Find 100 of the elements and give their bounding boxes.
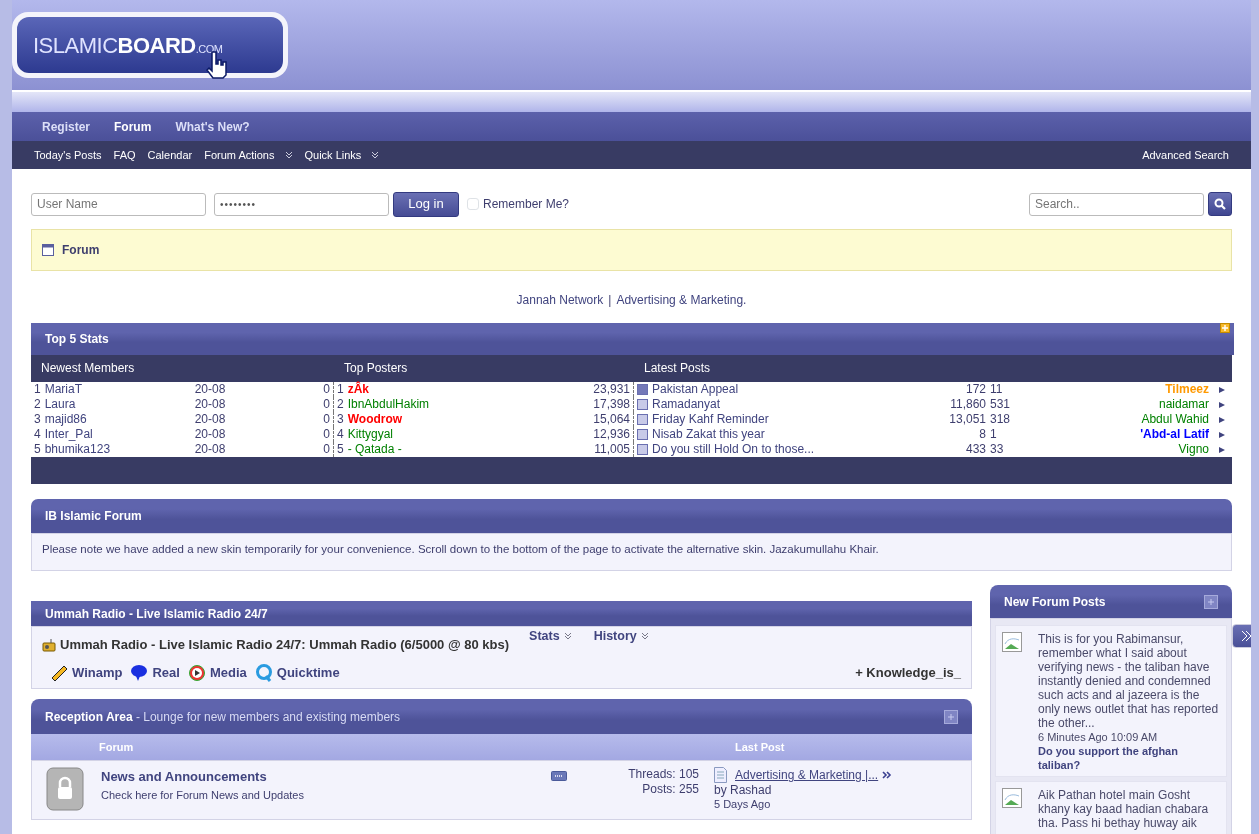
banner-link[interactable]: Jannah Network bbox=[516, 293, 604, 307]
nav-tab[interactable]: What's New? bbox=[163, 117, 262, 136]
reply-count: 318 bbox=[990, 412, 1012, 427]
last-post-link[interactable]: Advertising & Marketing |... bbox=[735, 768, 879, 783]
reply-count: 11 bbox=[990, 382, 1004, 397]
join-date: 20-08 bbox=[194, 412, 226, 427]
poster-link[interactable]: - Qatada - bbox=[347, 442, 402, 457]
thread-link[interactable]: Do you support the afghan taliban? bbox=[1038, 744, 1222, 773]
post-time: 6 Minutes Ago 10:09 AM bbox=[1038, 730, 1159, 745]
post-count: Posts: 255 bbox=[641, 782, 699, 798]
username-field[interactable]: User Name bbox=[31, 192, 206, 216]
radio-icon bbox=[42, 638, 56, 652]
thread-link[interactable]: Nisab Zakat this year bbox=[652, 427, 912, 442]
radio-status: Ummah Radio - Live Islamic Radio 24/7: Ummah Radio (6/5000 @ 80 kbs) bbox=[60, 636, 510, 655]
nav-link[interactable]: Forum Actions bbox=[204, 146, 293, 164]
member-link[interactable]: majid86 bbox=[44, 412, 191, 427]
member-link[interactable]: bhumika123 bbox=[44, 442, 191, 457]
column-header: Top Posters bbox=[343, 361, 409, 376]
last-post-author: by Rashad bbox=[714, 783, 773, 798]
rank: 2 bbox=[337, 397, 344, 412]
nav-link[interactable]: Today's Posts bbox=[34, 146, 102, 164]
broken-image-icon bbox=[1002, 788, 1022, 809]
nav-tab[interactable]: Register bbox=[30, 117, 103, 136]
search-button[interactable] bbox=[1208, 192, 1232, 216]
player-link[interactable]: Media bbox=[187, 662, 247, 683]
go-to-post-icon[interactable] bbox=[882, 771, 893, 780]
password-field[interactable]: •••••••• bbox=[214, 192, 389, 216]
magnifier-icon bbox=[254, 663, 273, 682]
forum-title[interactable]: News and Announcements bbox=[101, 767, 551, 787]
plus-icon bbox=[947, 712, 955, 721]
rank: 3 bbox=[337, 412, 344, 427]
user-link[interactable]: naidamar bbox=[1158, 397, 1209, 412]
column-header: Forum bbox=[99, 740, 135, 755]
expand-icon[interactable] bbox=[1220, 323, 1230, 333]
panel-title: Ummah Radio - Live Islamic Radio 24/7 bbox=[45, 605, 268, 623]
reply-count: 33 bbox=[990, 442, 1005, 457]
poster-link[interactable]: Woodrow bbox=[347, 412, 403, 427]
play-icon bbox=[187, 663, 206, 682]
thread-link[interactable]: Ramadanyat bbox=[652, 397, 912, 412]
reply-count: 531 bbox=[990, 397, 1012, 412]
thread-link[interactable]: Friday Kahf Reminder bbox=[652, 412, 912, 427]
nav-tab[interactable]: Forum bbox=[102, 117, 164, 136]
player-link[interactable]: Quicktime bbox=[254, 662, 340, 683]
arrow-icon[interactable] bbox=[1219, 416, 1225, 423]
notice-text: Please note we have added a new skin temporarily for your convenience. Scroll down to the bottom of the page to activate the alternative skin. Jazakumullahu Khair. bbox=[42, 542, 880, 557]
nav-link[interactable]: Calendar bbox=[147, 146, 193, 164]
user-link[interactable]: Vigno bbox=[1178, 442, 1209, 457]
panel-title: IB Islamic Forum bbox=[45, 508, 142, 525]
rank: 1 bbox=[34, 382, 41, 397]
member-link[interactable]: Laura bbox=[44, 397, 191, 412]
player-link[interactable]: Winamp bbox=[50, 662, 123, 683]
forum-icon bbox=[42, 244, 54, 256]
arrow-icon[interactable] bbox=[1219, 386, 1225, 393]
breadcrumb-link[interactable]: Forum bbox=[62, 241, 100, 259]
column-header: Last Post bbox=[735, 740, 785, 755]
arrow-icon[interactable] bbox=[1219, 431, 1225, 438]
nav-link[interactable]: FAQ bbox=[113, 146, 136, 164]
remember-checkbox[interactable] bbox=[467, 198, 479, 210]
member-link[interactable]: MariaT bbox=[44, 382, 191, 397]
poster-link[interactable]: zÂk bbox=[347, 382, 370, 397]
logo[interactable]: ISLAMICBOARD.COM bbox=[12, 12, 288, 78]
radio-menu[interactable]: History bbox=[593, 626, 649, 646]
post-count: 0 bbox=[323, 412, 330, 427]
post-count: 11,005 bbox=[594, 442, 630, 457]
poster-link[interactable]: Kittygyal bbox=[347, 427, 394, 442]
post-count: 0 bbox=[323, 442, 330, 457]
reply-count: 1 bbox=[990, 427, 998, 442]
login-button[interactable]: Log in bbox=[393, 191, 459, 217]
thread-link[interactable]: Do you still Hold On to those... bbox=[652, 442, 912, 457]
user-link[interactable]: 'Abd-al Latif bbox=[1140, 427, 1209, 442]
advanced-search-link[interactable]: Advanced Search bbox=[1142, 146, 1229, 164]
post-count: 0 bbox=[323, 382, 330, 397]
banner-link[interactable]: Advertising & Marketing. bbox=[616, 293, 747, 307]
caret-icon bbox=[563, 632, 572, 640]
caret-icon bbox=[640, 632, 649, 640]
view-count: 8 bbox=[978, 427, 986, 442]
join-date: 20-08 bbox=[194, 397, 226, 412]
thread-link[interactable]: Pakistan Appeal bbox=[652, 382, 912, 397]
plus-icon bbox=[1207, 597, 1215, 606]
search-field[interactable]: Search.. bbox=[1029, 192, 1204, 216]
search-icon bbox=[1214, 198, 1226, 210]
rank: 5 bbox=[337, 442, 344, 457]
arrow-icon[interactable] bbox=[1219, 446, 1225, 453]
user-link[interactable]: Abdul Wahid bbox=[1141, 412, 1209, 427]
poster-link[interactable]: IbnAbdulHakim bbox=[347, 397, 430, 412]
view-count: 11,860 bbox=[949, 397, 986, 412]
logo-text: ISLAMICBOARD.COM bbox=[33, 31, 223, 60]
view-count: 172 bbox=[964, 382, 986, 397]
post-count: 23,931 bbox=[593, 382, 630, 397]
nav-link[interactable]: Quick Links bbox=[304, 146, 380, 164]
arrow-icon[interactable] bbox=[1219, 401, 1225, 408]
member-link[interactable]: Inter_Pal bbox=[44, 427, 191, 442]
listener-name: + Knowledge_is_ bbox=[855, 663, 961, 682]
remember-label: Remember Me? bbox=[483, 196, 570, 213]
double-chevron-icon bbox=[1239, 630, 1251, 642]
rank: 5 bbox=[34, 442, 41, 457]
radio-menu[interactable]: Stats bbox=[529, 626, 572, 646]
player-link[interactable]: Real bbox=[130, 662, 180, 683]
speech-bubble-icon bbox=[130, 663, 149, 682]
expand-sidebar-button[interactable] bbox=[1232, 624, 1251, 648]
